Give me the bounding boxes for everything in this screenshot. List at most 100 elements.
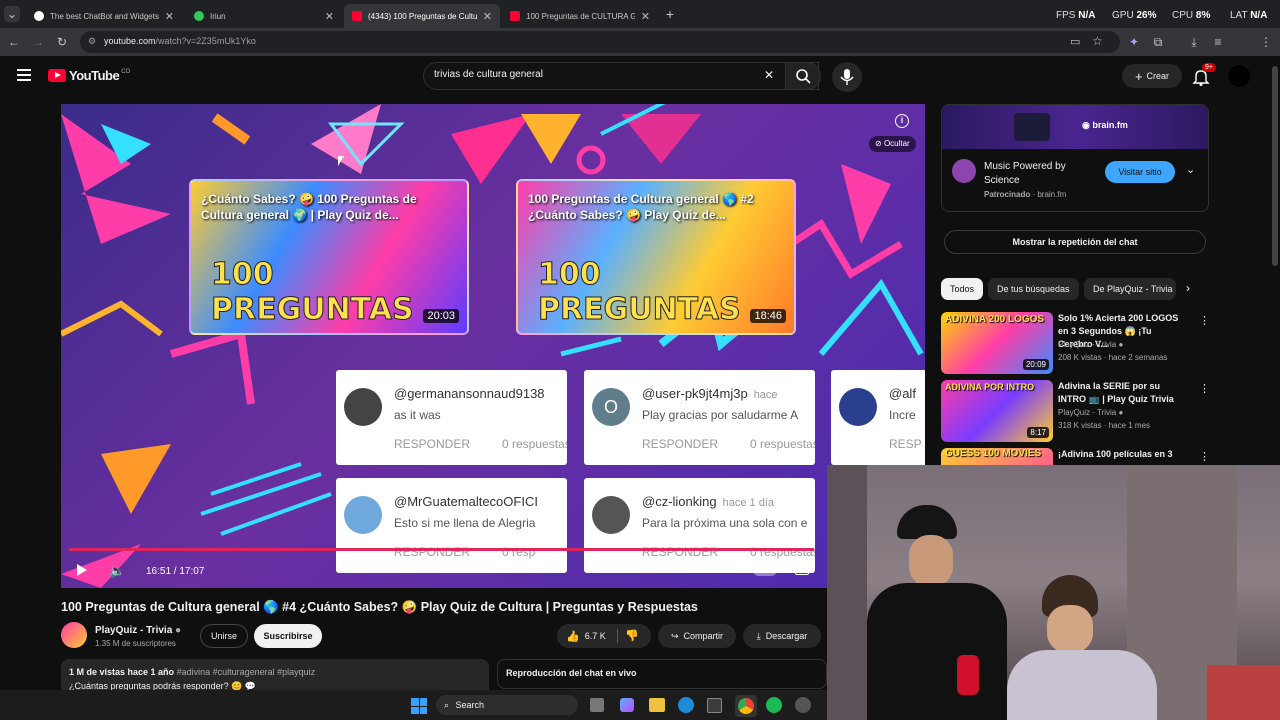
chevron-right-icon[interactable]: › bbox=[1186, 281, 1190, 295]
notifications-button[interactable]: 9+ bbox=[1192, 63, 1216, 86]
join-button[interactable]: Unirse bbox=[200, 624, 248, 648]
copilot-icon[interactable] bbox=[620, 698, 634, 712]
notification-badge: 9+ bbox=[1202, 63, 1216, 72]
avatar bbox=[592, 496, 630, 534]
like-dislike-group[interactable]: 👍 6.7 K 👎 bbox=[557, 624, 651, 648]
thumbs-up-icon[interactable]: 👍 bbox=[566, 630, 580, 643]
extension-icon[interactable]: ✦ bbox=[1126, 34, 1142, 50]
comment-card: @germanansonnaud9138 as it was RESPONDER… bbox=[336, 370, 567, 465]
voice-search-button[interactable] bbox=[832, 62, 862, 92]
new-tab-icon[interactable]: + bbox=[662, 6, 678, 22]
comment-text: Incre bbox=[889, 408, 916, 422]
forward-icon[interactable]: → bbox=[30, 34, 46, 50]
recommended-video[interactable]: GUESS 100 MOVIES ¡Adivina 100 películas … bbox=[941, 448, 1211, 465]
create-button[interactable]: + Crear bbox=[1122, 64, 1182, 88]
hashtags[interactable]: #adivina #culturageneral #playquiz bbox=[177, 667, 316, 677]
bookmark-star-icon[interactable]: ☆ bbox=[1092, 34, 1103, 48]
video-player[interactable]: i ⊘ Ocultar ¿Cuánto Sabes? 🤪 100 Pregunt… bbox=[61, 104, 925, 588]
tab-youtube-2[interactable]: 100 Preguntas de CULTURA GE ✕ bbox=[502, 4, 658, 28]
recommended-video[interactable]: ADIVINA 200 LOGOS 20:09 Solo 1% Acierta … bbox=[941, 312, 1211, 374]
clear-search-icon[interactable]: ✕ bbox=[764, 68, 774, 82]
youtube-play-logo-icon bbox=[48, 69, 66, 82]
chat-replay-panel[interactable]: Reproducción del chat en vivo bbox=[497, 659, 827, 689]
hide-cards-button[interactable]: ⊘ Ocultar bbox=[869, 136, 916, 152]
user-avatar[interactable] bbox=[1228, 65, 1250, 87]
close-icon[interactable]: ✕ bbox=[641, 10, 650, 23]
address-bar[interactable]: ⚙ youtube.com/watch?v=2Z35mUk1Yko ▭ ☆ bbox=[80, 31, 1120, 53]
show-chat-replay-button[interactable]: Mostrar la repetición del chat bbox=[944, 230, 1206, 254]
chip-from-searches[interactable]: De tus búsquedas bbox=[988, 278, 1079, 300]
comment-user: @cz-lionking hace 1 día bbox=[642, 494, 774, 509]
task-view-icon[interactable] bbox=[590, 698, 604, 712]
recommended-channel: PlayQuiz - Trivia ● bbox=[1058, 408, 1124, 417]
chip-all[interactable]: Todos bbox=[941, 278, 984, 300]
recommended-video[interactable]: ADIVINA POR INTRO 8:17 Adivina la SERIE … bbox=[941, 380, 1211, 442]
search-box[interactable]: ✕ bbox=[423, 62, 819, 90]
sponsored-ad[interactable]: ◉ brain.fm Music Powered by Science Patr… bbox=[941, 104, 1209, 212]
comment-text: Esto si me llena de Alegria bbox=[394, 516, 536, 530]
tab-chatbot[interactable]: The best ChatBot and Widgets f ✕ bbox=[26, 4, 182, 28]
reload-icon[interactable]: ↻ bbox=[54, 34, 70, 50]
tab-search-icon[interactable]: ⌄ bbox=[4, 6, 20, 22]
cast-icon[interactable]: ▭ bbox=[1070, 35, 1080, 48]
taskbar-search[interactable]: ⌕ Search bbox=[436, 695, 578, 715]
tab-title: The best ChatBot and Widgets f bbox=[50, 11, 159, 21]
more-options-icon[interactable]: ⋮ bbox=[1199, 314, 1210, 327]
download-arrow-icon: ⤓ bbox=[756, 630, 761, 641]
site-info-icon[interactable]: ⚙ bbox=[88, 36, 96, 47]
volume-icon[interactable]: 🔈 bbox=[109, 563, 125, 579]
share-button[interactable]: ↪ Compartir bbox=[658, 624, 736, 648]
play-button[interactable] bbox=[77, 564, 87, 579]
channel-name[interactable]: PlayQuiz - Trivia ● bbox=[95, 625, 181, 636]
visit-site-button[interactable]: Visitar sitio bbox=[1105, 161, 1175, 183]
thumbs-down-icon[interactable]: 👎 bbox=[625, 629, 639, 642]
search-button[interactable] bbox=[785, 62, 821, 90]
windows-start-icon[interactable] bbox=[411, 698, 427, 714]
channel-avatar[interactable] bbox=[61, 622, 87, 648]
more-options-icon[interactable]: ⋮ bbox=[1199, 450, 1210, 463]
close-icon[interactable]: ✕ bbox=[325, 10, 334, 23]
perf-cpu: CPU 8% bbox=[1172, 10, 1211, 21]
endscreen-video-1[interactable]: ¿Cuánto Sabes? 🤪 100 Preguntas de Cultur… bbox=[189, 179, 469, 335]
chrome-active-bg[interactable] bbox=[735, 695, 757, 717]
verified-icon: ● bbox=[1118, 408, 1124, 417]
video-duration: 20:03 bbox=[423, 309, 459, 323]
chevron-down-icon[interactable]: ⌄ bbox=[1186, 163, 1195, 176]
extensions-puzzle-icon[interactable]: ⧉ bbox=[1150, 34, 1166, 50]
download-button[interactable]: ⤓ Descargar bbox=[743, 624, 821, 648]
ad-banner: ◉ brain.fm bbox=[942, 105, 1208, 149]
browser-menu-icon[interactable]: ⋮ bbox=[1258, 34, 1274, 50]
store-icon[interactable] bbox=[707, 698, 722, 713]
download-icon[interactable]: ⤓ bbox=[1186, 34, 1202, 50]
ad-title: Music Powered by Science bbox=[984, 161, 1066, 186]
autoplay-toggle[interactable] bbox=[753, 564, 777, 576]
search-input[interactable] bbox=[434, 69, 754, 80]
endscreen-video-2[interactable]: 100 Preguntas de Cultura general 🌎 #2 ¿C… bbox=[516, 179, 796, 335]
tab-iriun[interactable]: Iriun ✕ bbox=[186, 4, 342, 28]
youtube-logo[interactable]: YouTube CO bbox=[48, 68, 130, 83]
edge-icon[interactable] bbox=[678, 697, 694, 713]
more-options-icon[interactable]: ⋮ bbox=[1199, 382, 1210, 395]
page-scrollbar[interactable] bbox=[1272, 66, 1278, 266]
subscriber-count: 1.35 M de suscriptores bbox=[95, 639, 176, 648]
hamburger-menu-icon[interactable] bbox=[17, 69, 31, 81]
app-icon[interactable] bbox=[795, 697, 811, 713]
close-icon[interactable]: ✕ bbox=[483, 10, 492, 23]
video-duration: 8:17 bbox=[1027, 427, 1049, 438]
video-progress-bar[interactable] bbox=[69, 548, 814, 551]
chip-from-channel[interactable]: De PlayQuiz - Trivia bbox=[1084, 278, 1176, 300]
comment-user: @user-pk9jt4mj3p hace bbox=[642, 386, 778, 401]
subtitles-icon[interactable] bbox=[795, 564, 809, 575]
back-icon[interactable]: ← bbox=[6, 34, 22, 50]
sponsored-label: Patrocinado bbox=[984, 190, 1031, 199]
file-explorer-icon[interactable] bbox=[649, 698, 665, 712]
tab-youtube-active[interactable]: (4343) 100 Preguntas de Cultura ✕ bbox=[344, 4, 500, 28]
tab-title: Iriun bbox=[210, 11, 226, 21]
subscribe-button[interactable]: Suscribirse bbox=[254, 624, 322, 648]
comment-user: @alf bbox=[889, 386, 916, 401]
thumb-overlay-text: GUESS 100 MOVIES bbox=[945, 448, 1042, 459]
reading-list-icon[interactable]: ≡ bbox=[1210, 34, 1226, 50]
close-icon[interactable]: ✕ bbox=[165, 10, 174, 23]
spotify-icon[interactable] bbox=[766, 697, 782, 713]
info-icon[interactable]: i bbox=[895, 114, 909, 128]
